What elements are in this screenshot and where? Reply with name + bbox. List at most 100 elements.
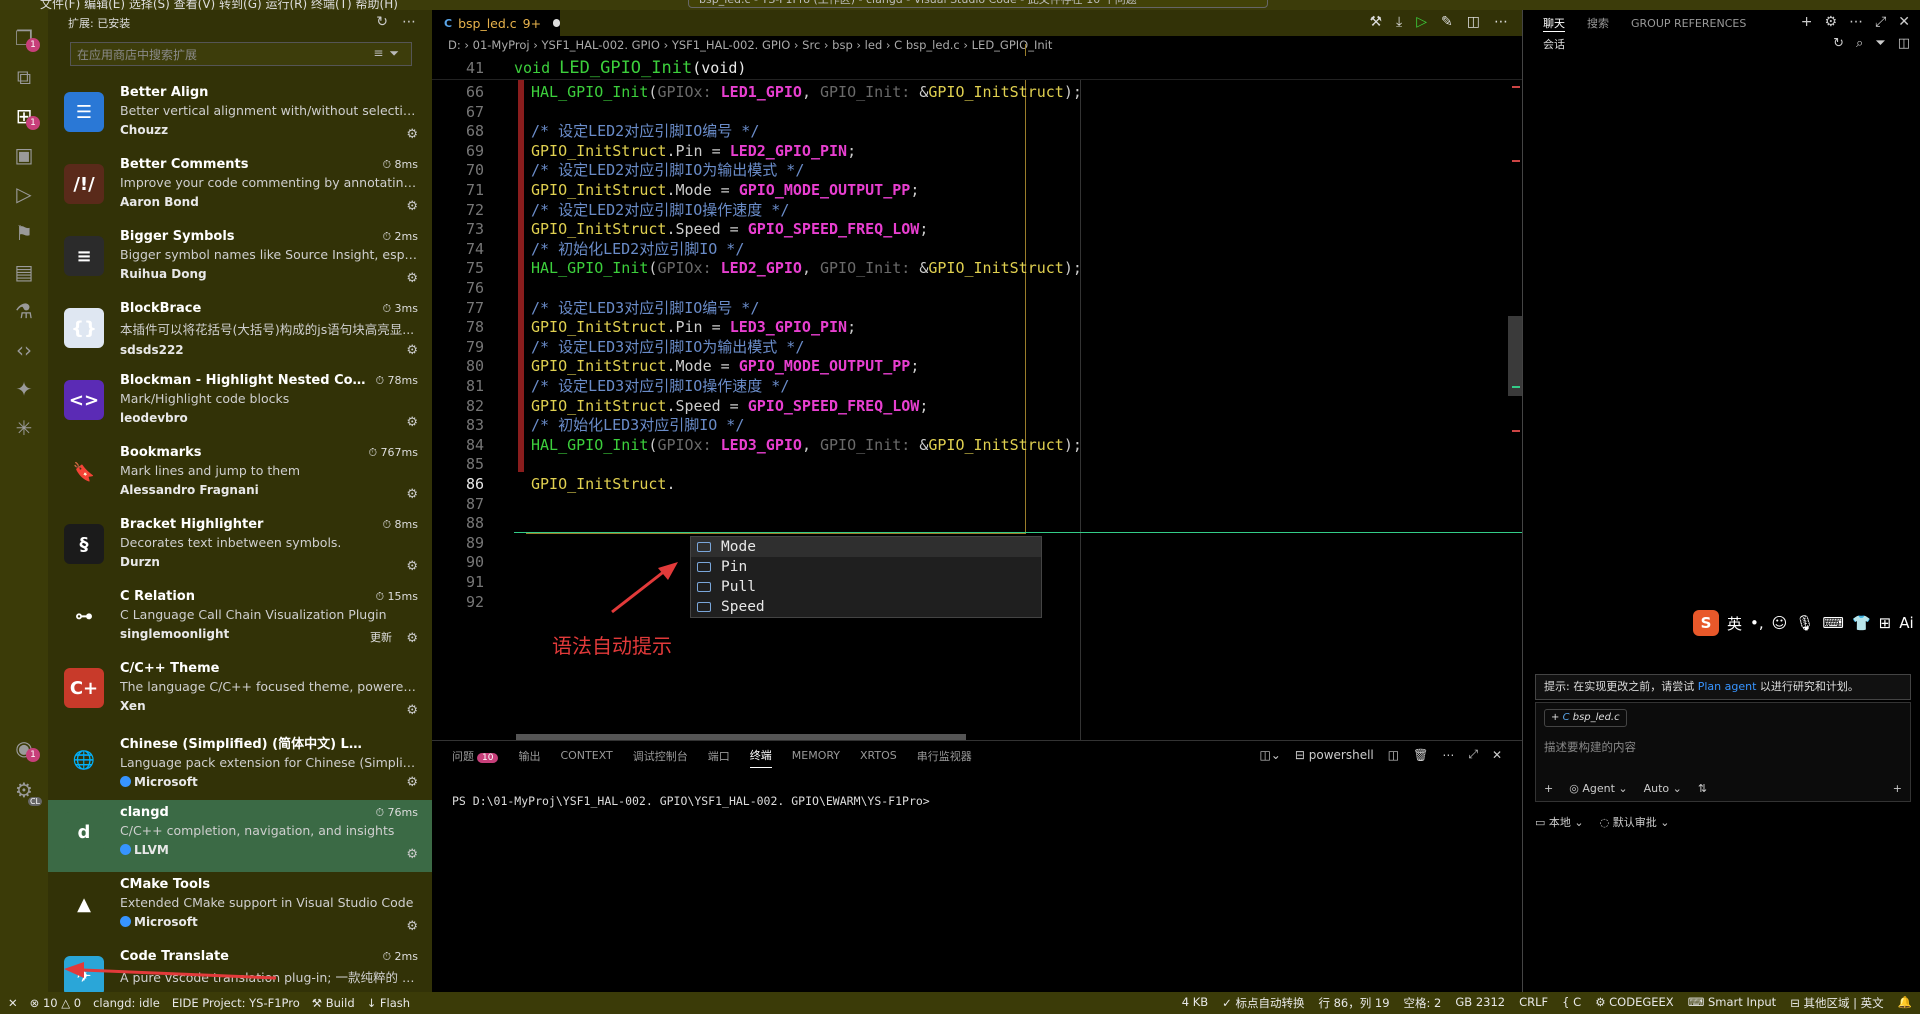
command-center[interactable]: bsp_led.c - YS-F1Pro (工作区) - clangd - Vi… <box>688 0 1268 8</box>
extension-item[interactable]: ▲ CMake Tools Extended CMake support in Vi… <box>48 872 432 944</box>
keyboard-icon[interactable]: ⌨ <box>1822 614 1844 632</box>
extension-gear-icon[interactable]: ⚙ <box>406 343 418 358</box>
send-icon[interactable]: + <box>1893 782 1902 795</box>
flash-button[interactable]: ↓ Flash <box>367 996 410 1010</box>
build-button[interactable]: ⚒ Build <box>312 996 355 1010</box>
panel-tab[interactable]: 输出 <box>518 748 540 764</box>
download-icon[interactable]: ⤓ <box>1396 14 1402 30</box>
extension-item[interactable]: 🌐 Chinese (Simplified) (简体中文) Language Pa… <box>48 728 432 800</box>
emoji-icon[interactable]: ☺ <box>1772 614 1788 632</box>
panel-tab[interactable]: MEMORY <box>792 749 840 762</box>
more-actions-icon[interactable]: ⋯ <box>1494 14 1508 30</box>
run-debug-icon[interactable]: ▷ <box>10 180 38 208</box>
filter-icon[interactable]: ⏷ <box>389 46 405 60</box>
terminal-shell[interactable]: ⊟ powershell <box>1295 748 1374 762</box>
run-icon[interactable]: ▷ <box>1416 14 1427 30</box>
refresh-icon[interactable]: ↻ <box>376 14 388 30</box>
panel-tab[interactable]: CONTEXT <box>560 749 612 762</box>
panel-tab[interactable]: XRTOS <box>860 749 897 762</box>
explorer-icon[interactable]: ❐ 1 <box>10 24 40 52</box>
suggestion-item[interactable]: Pin <box>691 557 1041 577</box>
extensions-icon[interactable]: ⊞ 1 <box>10 102 40 130</box>
settings-icon[interactable]: ⚙ <box>1825 14 1838 30</box>
extension-search-input[interactable]: 在应用商店中搜索扩展 ≡⏷ <box>70 42 412 66</box>
trash-icon[interactable]: 🗑 <box>1413 748 1428 762</box>
panel-tab[interactable]: 串行监视器 <box>917 748 972 764</box>
extension-item[interactable]: /!/ Better Comments Improve your code comm… <box>48 152 432 224</box>
plan-agent-link[interactable]: Plan agent <box>1698 680 1757 693</box>
extension-item[interactable]: ☰ Better Align Better vertical alignment w… <box>48 80 432 152</box>
skin-icon[interactable]: 👕 <box>1852 614 1871 632</box>
chat-tab[interactable]: 搜索 <box>1587 15 1609 31</box>
extension-gear-icon[interactable]: ⚙ <box>406 271 418 286</box>
notes-icon[interactable]: ▤ <box>10 258 38 286</box>
extension-item[interactable]: § Bracket Highlighter Decorates text inbet… <box>48 512 432 584</box>
mic-icon[interactable]: 🎙 <box>1795 614 1814 632</box>
suggestion-item[interactable]: Pull <box>691 577 1041 597</box>
region-status[interactable]: ⊟ 其他区域 | 英文 <box>1790 995 1883 1011</box>
add-icon[interactable]: + <box>1801 14 1813 30</box>
codegeex-status[interactable]: ⚙ CODEGEEX <box>1595 995 1674 1011</box>
account-icon[interactable]: ◉ 1 <box>10 734 40 762</box>
approve-dropdown[interactable]: ◌ 默认审批 ⌄ <box>1600 814 1670 830</box>
update-button[interactable]: 更新 <box>370 629 392 645</box>
extension-item[interactable]: C+ C/C++ Theme The language C/C++ focused … <box>48 656 432 728</box>
indent-setting[interactable]: 空格: 2 <box>1404 995 1442 1011</box>
filter-icon[interactable]: ⏷ <box>1875 36 1885 51</box>
chat-icon[interactable]: ✦ <box>10 375 38 403</box>
notifications-icon[interactable]: 🔔 <box>1898 995 1912 1011</box>
remote-icon[interactable]: ⧉ <box>10 63 38 91</box>
split-terminal-icon[interactable]: ◫⌄ <box>1259 748 1280 762</box>
build-icon[interactable]: ⚒ <box>1369 14 1382 30</box>
panel-tab[interactable]: 调试控制台 <box>633 748 688 764</box>
suggest-widget[interactable]: Mode Pin Pull Speed <box>690 536 1042 618</box>
more-icon[interactable]: ⋯ <box>1849 14 1863 30</box>
ime-mode[interactable]: 英 <box>1727 613 1742 634</box>
extension-item[interactable]: 🔖 Bookmarks Mark lines and jump to them Ale… <box>48 440 432 512</box>
agent-mode-dropdown[interactable]: ◎ Agent ⌄ <box>1569 782 1627 795</box>
maximize-icon[interactable]: ⤢ <box>1468 747 1478 762</box>
clean-icon[interactable]: ✎ <box>1441 14 1453 30</box>
extension-gear-icon[interactable]: ⚙ <box>406 559 418 574</box>
punct-convert[interactable]: ✓ 标点自动转换 <box>1222 995 1304 1011</box>
smart-input[interactable]: ⌨ Smart Input <box>1688 995 1777 1011</box>
panel-tab[interactable]: 问题 10 <box>452 748 499 764</box>
code-editor[interactable]: 41 void LED_GPIO_Init(void) 66 HAL_GPIO_Ini… <box>432 44 1522 740</box>
extension-item[interactable]: d clangd C/C++ completion, navigation, and… <box>48 800 432 872</box>
chat-tab[interactable]: 聊天 <box>1543 15 1565 32</box>
close-icon[interactable]: ✕ <box>1492 748 1502 762</box>
attach-icon[interactable]: + <box>1544 782 1553 795</box>
split-editor-icon[interactable]: ◫ <box>1467 14 1480 30</box>
cursor-position[interactable]: 行 86，列 19 <box>1318 995 1389 1011</box>
extension-gear-icon[interactable]: ⚙ <box>406 775 418 790</box>
more-icon[interactable]: ⋯ <box>402 14 416 30</box>
sogou-icon[interactable]: S <box>1693 610 1719 636</box>
panel-tab[interactable]: 端口 <box>708 748 730 764</box>
chat-tab[interactable]: GROUP REFERENCES <box>1631 17 1746 30</box>
menu-bar[interactable]: 文件(F) 编辑(E) 选择(S) 查看(V) 转到(G) 运行(R) 终端(T… <box>40 0 398 10</box>
overview-ruler[interactable] <box>1508 86 1522 740</box>
panel-tab[interactable]: 终端 <box>749 747 772 768</box>
tools-icon[interactable]: ⇅ <box>1698 782 1707 795</box>
eide-project[interactable]: EIDE Project: YS-F1Pro <box>172 996 300 1010</box>
extension-gear-icon[interactable]: ⚙ <box>406 703 418 718</box>
language-mode[interactable]: { C <box>1562 995 1581 1011</box>
clangd-status[interactable]: clangd: idle <box>93 996 160 1010</box>
local-dropdown[interactable]: ▭ 本地 ⌄ <box>1535 814 1584 830</box>
extension-gear-icon[interactable]: ⚙ <box>406 847 418 862</box>
layout-icon[interactable]: ◫ <box>1388 748 1399 762</box>
test-icon[interactable]: ⚗ <box>10 297 38 325</box>
extension-item[interactable]: ≡ Bigger Symbols Bigger symbol names like … <box>48 224 432 296</box>
refresh-icon[interactable]: ↻ <box>1833 36 1844 51</box>
apps-icon[interactable]: ⊞ <box>1879 614 1892 632</box>
manage-gear-icon[interactable]: ⚙ CL <box>10 776 42 806</box>
extension-gear-icon[interactable]: ⚙ <box>406 415 418 430</box>
code-icon[interactable]: ‹› <box>10 336 38 364</box>
punct-icon[interactable]: •, <box>1750 614 1764 632</box>
close-icon[interactable]: ✕ <box>1898 14 1910 30</box>
extension-item[interactable]: ⊶ C Relation C Language Call Chain Visuali… <box>48 584 432 656</box>
terminal-output[interactable]: PS D:\01-MyProj\YSF1_HAL-002. GPIO\YSF1_… <box>432 770 1522 832</box>
chat-input-placeholder[interactable]: 描述要构建的内容 <box>1544 739 1636 755</box>
extension-gear-icon[interactable]: ⚙ <box>406 127 418 142</box>
eol[interactable]: CRLF <box>1519 995 1548 1011</box>
